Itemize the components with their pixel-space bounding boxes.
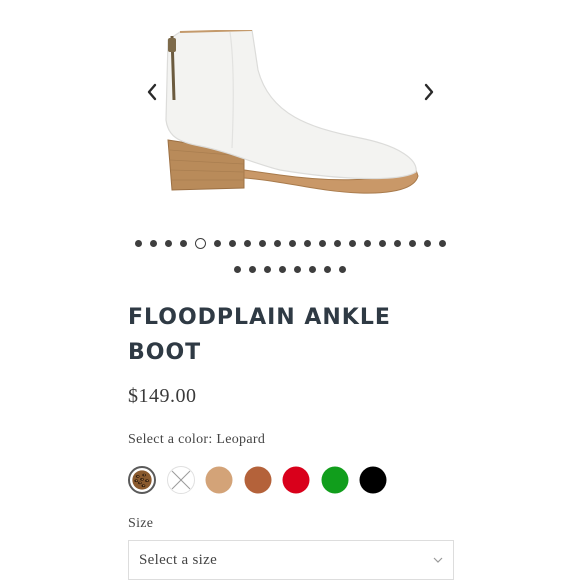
gallery-dot[interactable] [279, 266, 286, 273]
chevron-right-icon [424, 83, 434, 101]
color-swatch-white[interactable] [166, 466, 195, 494]
gallery-dot[interactable] [408, 240, 416, 247]
gallery-dot[interactable] [179, 240, 187, 247]
gallery-dot[interactable] [228, 240, 236, 247]
previous-image-button[interactable] [140, 78, 164, 106]
color-swatch-green[interactable] [321, 466, 349, 494]
gallery-dot[interactable] [258, 240, 266, 247]
color-swatch-cognac[interactable] [244, 466, 272, 494]
gallery-dot[interactable] [194, 238, 206, 249]
gallery-pagination-row-2 [0, 266, 580, 273]
gallery-dot[interactable] [264, 266, 271, 273]
gallery-dot[interactable] [393, 240, 401, 247]
gallery-dot[interactable] [243, 240, 251, 247]
gallery-dot[interactable] [438, 240, 446, 247]
size-select[interactable]: Select a size [128, 540, 454, 580]
gallery-dot[interactable] [423, 240, 431, 247]
size-label: Size [128, 516, 154, 531]
gallery-dot[interactable] [303, 240, 311, 247]
product-title: FLOODPLAIN ANKLE BOOT [128, 305, 391, 365]
product-image [165, 30, 419, 194]
gallery-dot[interactable] [213, 240, 221, 247]
gallery-dot[interactable] [249, 266, 256, 273]
product-price: $149.00 [128, 385, 197, 407]
gallery-dot[interactable] [134, 240, 142, 247]
next-image-button[interactable] [417, 78, 441, 106]
chevron-down-icon [433, 557, 443, 563]
gallery-dot[interactable] [273, 240, 281, 247]
size-select-value: Select a size [139, 552, 218, 568]
gallery-dot[interactable] [164, 240, 172, 247]
gallery-dot[interactable] [318, 240, 326, 247]
product-image-gallery [0, 0, 580, 273]
gallery-dot[interactable] [333, 240, 341, 247]
gallery-dot[interactable] [294, 266, 301, 273]
gallery-dot[interactable] [234, 266, 241, 273]
gallery-dot[interactable] [288, 240, 296, 247]
gallery-dot[interactable] [149, 240, 157, 247]
gallery-dot[interactable] [348, 240, 356, 247]
gallery-dot[interactable] [309, 266, 316, 273]
gallery-dot[interactable] [324, 266, 331, 273]
color-swatch-red[interactable] [282, 466, 310, 494]
gallery-dot[interactable] [339, 266, 346, 273]
color-swatch-black[interactable] [359, 466, 387, 494]
gallery-pagination-row-1 [0, 238, 580, 249]
color-swatch-tan[interactable] [205, 466, 233, 494]
color-label: Select a color: Leopard [128, 432, 266, 447]
color-swatch-leopard[interactable] [128, 466, 156, 494]
gallery-dot[interactable] [378, 240, 386, 247]
gallery-dot[interactable] [363, 240, 371, 247]
chevron-left-icon [147, 83, 157, 101]
